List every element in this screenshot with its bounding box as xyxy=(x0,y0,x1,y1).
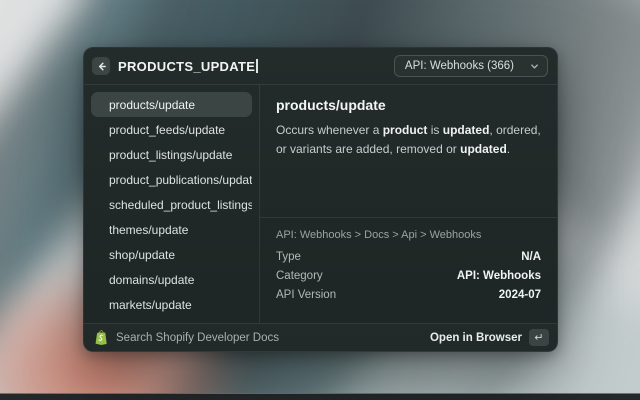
back-button[interactable] xyxy=(92,57,110,75)
meta-value: API: Webhooks xyxy=(457,270,541,282)
filter-dropdown-label: API: Webhooks (366) xyxy=(405,60,514,72)
results-body: products/update product_feeds/update pro… xyxy=(84,85,557,323)
meta-row-category: Category API: Webhooks xyxy=(276,266,541,285)
detail-panel: products/update Occurs whenever a produc… xyxy=(260,85,557,323)
screen-bottom-strip xyxy=(0,393,640,400)
open-in-browser-label: Open in Browser xyxy=(430,332,522,344)
results-list: products/update product_feeds/update pro… xyxy=(84,85,260,323)
meta-label: Category xyxy=(276,270,323,282)
open-in-browser-button[interactable]: Open in Browser ↵ xyxy=(430,329,549,346)
arrow-left-icon xyxy=(96,61,107,72)
search-header: PRODUCTS_UPDATE API: Webhooks (366) xyxy=(84,48,557,85)
detail-metadata: API: Webhooks > Docs > Api > Webhooks Ty… xyxy=(260,217,557,304)
list-item-product-publications-update[interactable]: product_publications/update xyxy=(91,167,252,192)
list-item-product-feeds-update[interactable]: product_feeds/update xyxy=(91,117,252,142)
extension-identity: Search Shopify Developer Docs xyxy=(94,330,430,345)
action-bar: Search Shopify Developer Docs Open in Br… xyxy=(84,323,557,351)
search-query-text: PRODUCTS_UPDATE xyxy=(118,59,255,74)
list-item-shop-update[interactable]: shop/update xyxy=(91,242,252,267)
meta-value: N/A xyxy=(521,251,541,263)
meta-row-api-version: API Version 2024-07 xyxy=(276,285,541,304)
list-item-themes-update[interactable]: themes/update xyxy=(91,217,252,242)
detail-title: products/update xyxy=(276,97,541,113)
wallpaper-streak xyxy=(0,0,95,236)
enter-key-icon: ↵ xyxy=(529,329,549,346)
shopify-bag-icon xyxy=(94,330,108,345)
filter-dropdown[interactable]: API: Webhooks (366) xyxy=(394,55,548,77)
detail-content: products/update Occurs whenever a produc… xyxy=(260,85,557,158)
meta-row-type: Type N/A xyxy=(276,247,541,266)
launcher-window: PRODUCTS_UPDATE API: Webhooks (366) prod… xyxy=(83,47,558,352)
search-input[interactable]: PRODUCTS_UPDATE xyxy=(118,59,394,74)
text-caret xyxy=(256,59,258,73)
list-item-products-update[interactable]: products/update xyxy=(91,92,252,117)
extension-name: Search Shopify Developer Docs xyxy=(116,332,279,344)
meta-label: Type xyxy=(276,251,301,263)
detail-description: Occurs whenever a product is updated, or… xyxy=(276,121,541,158)
meta-value: 2024-07 xyxy=(499,289,541,301)
list-item-markets-update[interactable]: markets/update xyxy=(91,292,252,317)
list-item-domains-update[interactable]: domains/update xyxy=(91,267,252,292)
list-item-scheduled-product-listings[interactable]: scheduled_product_listings/upd... xyxy=(91,192,252,217)
breadcrumb: API: Webhooks > Docs > Api > Webhooks xyxy=(276,226,541,243)
meta-label: API Version xyxy=(276,289,336,301)
list-item-product-listings-update[interactable]: product_listings/update xyxy=(91,142,252,167)
chevron-down-icon xyxy=(530,62,539,71)
